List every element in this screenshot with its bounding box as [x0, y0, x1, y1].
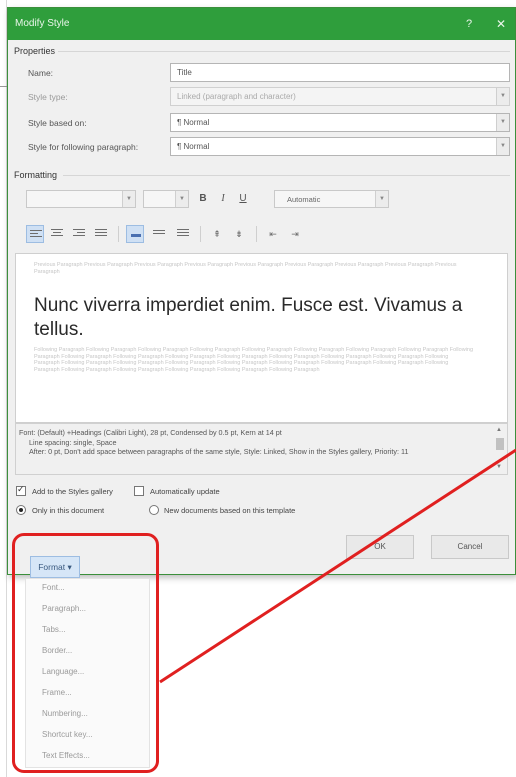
based-on-value: ¶ Normal	[177, 118, 210, 127]
single-spacing-button[interactable]	[126, 225, 144, 243]
justify-button[interactable]	[92, 225, 110, 243]
one-half-spacing-button[interactable]	[150, 225, 168, 243]
based-on-label: Style based on:	[28, 118, 87, 128]
auto-update-label: Automatically update	[150, 487, 220, 496]
add-to-gallery-label: Add to the Styles gallery	[32, 487, 113, 496]
new-documents-label: New documents based on this template	[164, 506, 296, 515]
style-type-select: Linked (paragraph and character) ▼	[170, 87, 510, 106]
align-left-icon	[30, 230, 42, 240]
chevron-down-icon[interactable]: ▼	[175, 191, 188, 207]
justify-icon	[95, 229, 107, 239]
increase-indent-icon: ⇥	[291, 229, 299, 239]
scroll-down-icon[interactable]: ▼	[496, 463, 502, 473]
description-line-1: Font: (Default) +Headings (Calibri Light…	[19, 428, 282, 437]
align-right-button[interactable]	[70, 225, 88, 243]
screenshot-stage: Modify Style ? ✕ Properties Name: Title …	[0, 0, 516, 777]
formatting-divider	[63, 175, 510, 176]
cancel-button[interactable]: Cancel	[431, 535, 509, 559]
close-icon[interactable]: ✕	[493, 16, 509, 32]
add-to-gallery-checkbox[interactable]	[16, 484, 26, 496]
style-type-label: Style type:	[28, 92, 68, 102]
one-half-spacing-icon	[153, 230, 165, 240]
following-paragraph-label: Style for following paragraph:	[28, 142, 139, 152]
space-before-button[interactable]: ⇞	[208, 225, 226, 243]
double-spacing-button[interactable]	[174, 225, 192, 243]
bold-button[interactable]: B	[194, 190, 212, 208]
ok-button[interactable]: OK	[346, 535, 414, 559]
properties-section-label: Properties	[14, 46, 56, 56]
space-before-icon: ⇞	[213, 229, 221, 239]
align-center-button[interactable]	[48, 225, 66, 243]
properties-divider	[58, 51, 510, 52]
align-center-icon	[51, 229, 63, 239]
toolbar-separator	[256, 226, 257, 242]
style-preview-pane: Previous Paragraph Previous Paragraph Pr…	[15, 253, 508, 423]
decrease-indent-icon: ⇤	[269, 229, 277, 239]
chevron-down-icon: ▼	[496, 88, 509, 105]
italic-button[interactable]: I	[214, 190, 232, 208]
align-left-button[interactable]	[26, 225, 44, 243]
name-input[interactable]: Title	[170, 63, 510, 82]
style-description: Font: (Default) +Headings (Calibri Light…	[15, 423, 508, 475]
toolbar-separator	[118, 226, 119, 242]
description-line-2: Line spacing: single, Space	[29, 437, 117, 447]
align-right-icon	[73, 229, 85, 239]
description-line-3: After: 0 pt, Don't add space between par…	[29, 447, 409, 456]
chevron-down-icon[interactable]: ▼	[122, 191, 135, 207]
highlight-box	[12, 533, 159, 773]
name-label: Name:	[28, 68, 54, 78]
dialog-title: Modify Style	[15, 18, 70, 29]
scroll-thumb[interactable]	[496, 438, 504, 450]
font-name-select[interactable]: ▼	[26, 190, 136, 208]
formatting-section-label: Formatting	[14, 170, 58, 180]
auto-update-checkbox[interactable]	[134, 486, 144, 496]
dialog-title-bar[interactable]: Modify Style ? ✕	[8, 8, 515, 40]
help-icon[interactable]: ?	[461, 16, 477, 32]
preview-following-paragraph: Following Paragraph Following Paragraph …	[34, 347, 474, 373]
style-type-value: Linked (paragraph and character)	[177, 92, 296, 101]
space-after-icon: ⇟	[235, 229, 243, 239]
background-window-edge	[0, 0, 7, 777]
preview-previous-paragraph: Previous Paragraph Previous Paragraph Pr…	[34, 262, 457, 275]
chevron-down-icon[interactable]: ▼	[496, 114, 509, 131]
single-spacing-icon	[131, 234, 141, 237]
new-documents-radio[interactable]	[149, 505, 159, 515]
decrease-indent-button[interactable]: ⇤	[264, 225, 282, 243]
font-size-select[interactable]: ▼	[143, 190, 189, 208]
font-color-value: Automatic	[287, 195, 321, 204]
following-paragraph-value: ¶ Normal	[177, 142, 210, 151]
double-spacing-icon	[177, 229, 189, 239]
based-on-select[interactable]: ¶ Normal ▼	[170, 113, 510, 132]
scroll-up-icon[interactable]: ▲	[496, 426, 502, 436]
space-after-button[interactable]: ⇟	[230, 225, 248, 243]
preview-sample-text: Nunc viverra imperdiet enim. Fusce est. …	[34, 295, 463, 340]
following-paragraph-select[interactable]: ¶ Normal ▼	[170, 137, 510, 156]
only-this-document-label: Only in this document	[32, 506, 105, 515]
description-scrollbar[interactable]: ▲ ▼	[493, 424, 507, 474]
toolbar-separator	[200, 226, 201, 242]
chevron-down-icon[interactable]: ▼	[375, 191, 388, 207]
modify-style-dialog: Modify Style ? ✕ Properties Name: Title …	[7, 7, 516, 575]
underline-button[interactable]: U	[234, 190, 252, 208]
increase-indent-button[interactable]: ⇥	[286, 225, 304, 243]
font-color-select[interactable]: Automatic ▼	[274, 190, 389, 208]
chevron-down-icon[interactable]: ▼	[496, 138, 509, 155]
only-this-document-radio[interactable]	[16, 505, 26, 515]
